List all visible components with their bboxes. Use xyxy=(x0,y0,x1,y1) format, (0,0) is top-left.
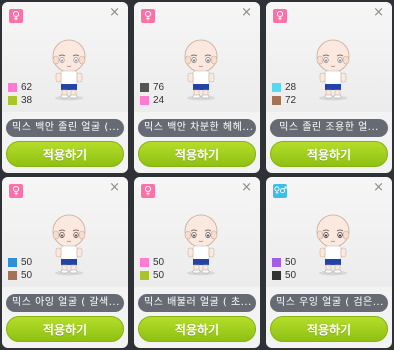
apply-button[interactable]: 적용하기 xyxy=(270,141,388,167)
color-swatch xyxy=(272,271,281,280)
apply-button[interactable]: 적용하기 xyxy=(6,141,124,167)
ratio-value: 50 xyxy=(285,270,297,281)
ratio-value: 62 xyxy=(21,82,33,93)
color-ratio-row: 72 xyxy=(272,94,296,107)
item-name: 믹스 졸린 조용한 얼... xyxy=(270,119,388,137)
avatar-preview xyxy=(178,213,224,277)
color-mix-ratio: 50 50 xyxy=(8,256,32,282)
color-mix-ratio: 62 38 xyxy=(8,81,32,107)
avatar-preview xyxy=(46,213,92,277)
color-swatch xyxy=(140,96,149,105)
apply-button[interactable]: 적용하기 xyxy=(6,316,124,342)
face-card: ♀ × 50 50 xyxy=(134,177,260,348)
ratio-value: 72 xyxy=(285,95,297,106)
face-card: ♀ × 62 38 믹스 백안 졸린 얼굴 (... 적용하기 xyxy=(2,2,128,173)
ratio-value: 50 xyxy=(285,257,297,268)
color-ratio-row: 50 xyxy=(272,269,296,282)
color-swatch xyxy=(272,258,281,267)
gender-icon: ♀ xyxy=(141,184,155,198)
gender-icon: ♀ xyxy=(9,9,23,23)
face-card: ♀♂ × 50 50 믹스 우잉 얼굴 (검은... 적용하기 xyxy=(266,177,392,348)
ratio-value: 50 xyxy=(153,270,165,281)
close-icon[interactable]: × xyxy=(241,181,252,195)
close-icon[interactable]: × xyxy=(373,6,384,20)
ratio-value: 76 xyxy=(153,82,165,93)
color-swatch xyxy=(8,271,17,280)
apply-button[interactable]: 적용하기 xyxy=(138,141,256,167)
color-ratio-row: 76 xyxy=(140,81,164,94)
face-card: ♀ × 76 24 믹스 백안 차분한 헤헤... 적용하기 xyxy=(134,2,260,173)
color-ratio-row: 28 xyxy=(272,81,296,94)
item-name: 믹스 아잉 얼굴 ( 갈색... xyxy=(6,294,124,312)
ratio-value: 50 xyxy=(153,257,165,268)
color-swatch xyxy=(8,83,17,92)
color-ratio-row: 50 xyxy=(140,256,164,269)
face-coupon-grid: ♀ × 62 38 믹스 백안 졸린 얼굴 (... 적용하기 ♀ × 76 2… xyxy=(0,0,394,350)
apply-button[interactable]: 적용하기 xyxy=(270,316,388,342)
item-name: 믹스 백안 졸린 얼굴 (... xyxy=(6,119,124,137)
gender-icon: ♀ xyxy=(141,9,155,23)
ratio-value: 50 xyxy=(21,270,33,281)
color-ratio-row: 50 xyxy=(8,269,32,282)
color-mix-ratio: 50 50 xyxy=(140,256,164,282)
color-swatch xyxy=(272,83,281,92)
gender-icon: ♀♂ xyxy=(273,184,287,198)
close-icon[interactable]: × xyxy=(241,6,252,20)
avatar-preview xyxy=(310,38,356,102)
avatar-preview xyxy=(178,38,224,102)
item-name: 믹스 백안 차분한 헤헤... xyxy=(138,119,256,137)
color-swatch xyxy=(140,271,149,280)
color-swatch xyxy=(140,258,149,267)
close-icon[interactable]: × xyxy=(109,181,120,195)
face-card: ♀ × 28 72 믹스 졸린 조용한 얼... 적용하기 xyxy=(266,2,392,173)
color-ratio-row: 50 xyxy=(140,269,164,282)
apply-button[interactable]: 적용하기 xyxy=(138,316,256,342)
color-ratio-row: 24 xyxy=(140,94,164,107)
face-card: ♀ × 50 50 xyxy=(2,177,128,348)
ratio-value: 50 xyxy=(21,257,33,268)
item-name: 믹스 배불러 얼굴 ( 초... xyxy=(138,294,256,312)
color-mix-ratio: 28 72 xyxy=(272,81,296,107)
ratio-value: 28 xyxy=(285,82,297,93)
color-ratio-row: 38 xyxy=(8,94,32,107)
color-swatch xyxy=(140,83,149,92)
color-swatch xyxy=(8,96,17,105)
color-ratio-row: 50 xyxy=(272,256,296,269)
color-mix-ratio: 50 50 xyxy=(272,256,296,282)
color-swatch xyxy=(272,96,281,105)
color-ratio-row: 50 xyxy=(8,256,32,269)
item-name: 믹스 우잉 얼굴 ( 검은... xyxy=(270,294,388,312)
close-icon[interactable]: × xyxy=(109,6,120,20)
color-swatch xyxy=(8,258,17,267)
close-icon[interactable]: × xyxy=(373,181,384,195)
gender-icon: ♀ xyxy=(9,184,23,198)
ratio-value: 24 xyxy=(153,95,165,106)
color-ratio-row: 62 xyxy=(8,81,32,94)
avatar-preview xyxy=(310,213,356,277)
avatar-preview xyxy=(46,38,92,102)
gender-icon: ♀ xyxy=(273,9,287,23)
color-mix-ratio: 76 24 xyxy=(140,81,164,107)
ratio-value: 38 xyxy=(21,95,33,106)
